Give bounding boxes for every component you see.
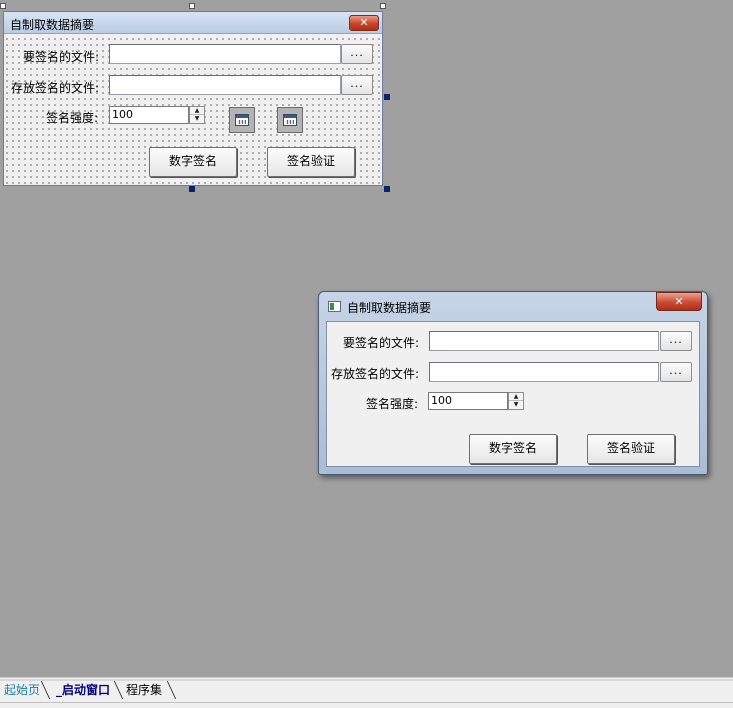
design-strength-input[interactable]: 100 [109,106,189,124]
design-form[interactable]: 自制取数据摘要 ✕ 要签名的文件: ... 存放签名的文件: ... 签名强度:… [3,11,383,186]
resize-handle[interactable] [384,186,390,192]
file-to-sign-label: 要签名的文件: [343,336,420,350]
resize-handle[interactable] [189,186,195,192]
design-file-to-sign-label: 要签名的文件: [23,50,100,64]
spin-down-icon[interactable]: ▼ [509,401,523,409]
resize-handle[interactable] [384,94,390,100]
signature-file-input[interactable] [429,362,659,382]
sign-button[interactable]: 数字签名 [469,434,557,464]
signature-file-label: 存放签名的文件: [331,367,420,381]
design-verify-button[interactable]: 签名验证 [267,147,355,177]
spin-down-icon[interactable]: ▼ [190,115,204,123]
window-component-icon [235,114,249,126]
status-divider [0,702,733,703]
resize-handle[interactable] [189,3,195,9]
preview-client-area: 要签名的文件: ... 存放签名的文件: ... 签名强度: 100 ▲ ▼ 数… [326,321,700,467]
component-icon-2[interactable] [277,107,303,133]
window-app-icon [328,301,341,312]
design-browse-file-button[interactable]: ... [341,44,373,64]
resize-handle[interactable] [0,3,6,9]
design-form-titlebar[interactable]: 自制取数据摘要 ✕ [4,12,382,34]
design-form-title: 自制取数据摘要 [10,18,95,32]
browse-file-button[interactable]: ... [660,331,692,351]
resize-handle[interactable] [380,3,386,9]
design-signature-file-input[interactable] [109,75,341,95]
browse-signature-button[interactable]: ... [660,362,692,382]
close-icon[interactable]: ✕ [656,292,702,311]
design-strength-label: 签名强度: [46,111,99,125]
strength-input[interactable]: 100 [428,392,508,410]
design-strength-spinner[interactable]: ▲ ▼ [189,106,205,124]
spin-up-icon[interactable]: ▲ [509,393,523,401]
preview-window-title: 自制取数据摘要 [347,301,432,315]
strength-spinner[interactable]: ▲ ▼ [508,392,524,410]
preview-window[interactable]: 自制取数据摘要 ✕ 要签名的文件: ... 存放签名的文件: ... 签名强度:… [318,291,708,475]
design-close-icon[interactable]: ✕ [349,15,379,31]
spin-up-icon[interactable]: ▲ [190,107,204,115]
design-browse-signature-button[interactable]: ... [341,75,373,95]
window-component-icon [283,114,297,126]
tab-assembly[interactable]: 程序集 [122,681,166,699]
file-to-sign-input[interactable] [429,331,659,351]
design-signature-file-label: 存放签名的文件: [11,81,100,95]
component-icon-1[interactable] [229,107,255,133]
design-file-to-sign-input[interactable] [109,44,341,64]
document-tab-strip: 起始页 _启动窗口 程序集 [0,677,733,708]
tab-startup-window[interactable]: _启动窗口 [52,681,114,699]
strength-label: 签名强度: [366,397,419,411]
verify-button[interactable]: 签名验证 [587,434,675,464]
design-sign-button[interactable]: 数字签名 [149,147,237,177]
